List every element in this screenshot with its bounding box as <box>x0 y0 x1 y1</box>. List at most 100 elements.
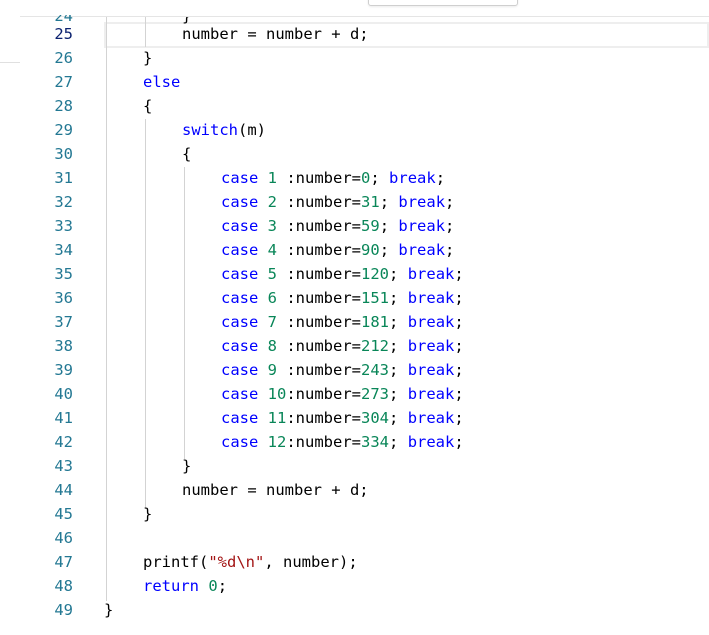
printf-args: , number); <box>264 553 358 571</box>
code-line-45: } <box>143 505 153 523</box>
line-number: 41 <box>54 409 73 427</box>
case-line: case 8 :number=212; break; <box>221 334 464 358</box>
line-number: 40 <box>54 385 73 403</box>
case-value: 181 <box>361 313 390 331</box>
case-line: case 1 :number=0; break; <box>221 166 445 190</box>
semicolon: ; <box>454 313 464 331</box>
semicolon: ; <box>217 577 228 595</box>
code-editor: 24 25 26 27 28 29 30 31 32 33 34 35 36 3… <box>0 0 709 635</box>
indent-guide <box>184 167 185 459</box>
case-assign: :number= <box>286 409 361 427</box>
case-label: 8 <box>267 337 278 355</box>
line-number: 45 <box>54 505 73 523</box>
keyword-case: case <box>221 169 259 187</box>
gutter-divider <box>0 62 20 63</box>
line-number: 25 <box>54 25 73 43</box>
semicolon: ; <box>445 193 455 211</box>
printf-call: printf( <box>143 553 209 571</box>
switch-expression: (m) <box>238 121 266 139</box>
find-widget[interactable] <box>368 0 518 6</box>
line-number: 32 <box>54 193 73 211</box>
keyword-break: break <box>407 337 455 355</box>
semicolon: ; <box>389 385 399 403</box>
keyword-case: case <box>221 409 259 427</box>
keyword-case: case <box>221 241 259 259</box>
case-value: 59 <box>361 217 380 235</box>
keyword-break: break <box>407 265 455 283</box>
case-value: 304 <box>361 409 389 427</box>
keyword-break: break <box>407 313 455 331</box>
keyword-case: case <box>221 313 259 331</box>
semicolon: ; <box>379 193 390 211</box>
semicolon: ; <box>454 265 464 283</box>
keyword-case: case <box>221 265 259 283</box>
semicolon: ; <box>435 169 446 187</box>
case-line: case 3 :number=59; break; <box>221 214 454 238</box>
semicolon: ; <box>454 337 464 355</box>
indent-guide <box>106 17 107 601</box>
indent-guide <box>145 17 146 47</box>
case-value: 243 <box>361 361 390 379</box>
keyword-break: break <box>398 217 446 235</box>
keyword-break: break <box>407 433 455 451</box>
line-number: 48 <box>54 577 73 595</box>
case-label: 9 <box>267 361 278 379</box>
code-line-30: { <box>182 145 192 163</box>
line-number: 43 <box>54 457 73 475</box>
case-label: 1 <box>267 169 278 187</box>
case-line: case 10:number=273; break; <box>221 382 464 406</box>
keyword-break: break <box>407 289 455 307</box>
code-line-26: } <box>143 49 153 67</box>
line-number: 44 <box>54 481 73 499</box>
line-number: 30 <box>54 145 73 163</box>
semicolon: ; <box>389 337 399 355</box>
line-number: 33 <box>54 217 73 235</box>
case-value: 334 <box>361 433 389 451</box>
keyword-case: case <box>221 337 259 355</box>
semicolon: ; <box>389 289 399 307</box>
keyword-break: break <box>407 385 455 403</box>
case-assign: :number= <box>277 289 362 307</box>
code-line-28: { <box>143 97 153 115</box>
case-line: case 7 :number=181; break; <box>221 310 464 334</box>
return-value: 0 <box>208 577 218 595</box>
code-line-48: return 0; <box>143 574 227 598</box>
semicolon: ; <box>454 433 464 451</box>
line-number: 34 <box>54 241 73 259</box>
case-value: 212 <box>361 337 390 355</box>
keyword-break: break <box>398 193 446 211</box>
code-line-27: else <box>143 70 180 94</box>
case-value: 273 <box>361 385 389 403</box>
semicolon: ; <box>389 313 399 331</box>
case-label: 12 <box>267 433 287 451</box>
code-line-44: number = number + d; <box>182 481 369 499</box>
semicolon: ; <box>454 361 464 379</box>
semicolon: ; <box>454 385 464 403</box>
keyword-break: break <box>389 169 436 187</box>
keyword-case: case <box>221 217 259 235</box>
semicolon: ; <box>389 265 399 283</box>
case-line: case 11:number=304; break; <box>221 406 464 430</box>
case-assign: :number= <box>286 433 361 451</box>
case-value: 151 <box>361 289 390 307</box>
line-number: 26 <box>54 49 73 67</box>
semicolon: ; <box>445 241 455 259</box>
code-line-43: } <box>182 457 192 475</box>
code-line-47: printf("%d\n", number); <box>143 550 358 574</box>
line-number: 37 <box>54 313 73 331</box>
code-line-49: } <box>104 601 114 619</box>
case-assign: :number= <box>277 313 362 331</box>
code-line-29: switch(m) <box>182 118 266 142</box>
semicolon: ; <box>370 169 380 187</box>
semicolon: ; <box>389 409 399 427</box>
keyword-else: else <box>143 73 181 91</box>
case-label: 5 <box>267 265 278 283</box>
case-value: 31 <box>361 193 380 211</box>
line-number: 39 <box>54 361 73 379</box>
indent-guide <box>145 119 146 509</box>
line-number: 38 <box>54 337 73 355</box>
code-area[interactable]: } number = number + d; } else { switch(m… <box>92 17 709 635</box>
line-number: 46 <box>54 529 73 547</box>
line-number: 35 <box>54 265 73 283</box>
case-assign: :number= <box>277 217 362 235</box>
